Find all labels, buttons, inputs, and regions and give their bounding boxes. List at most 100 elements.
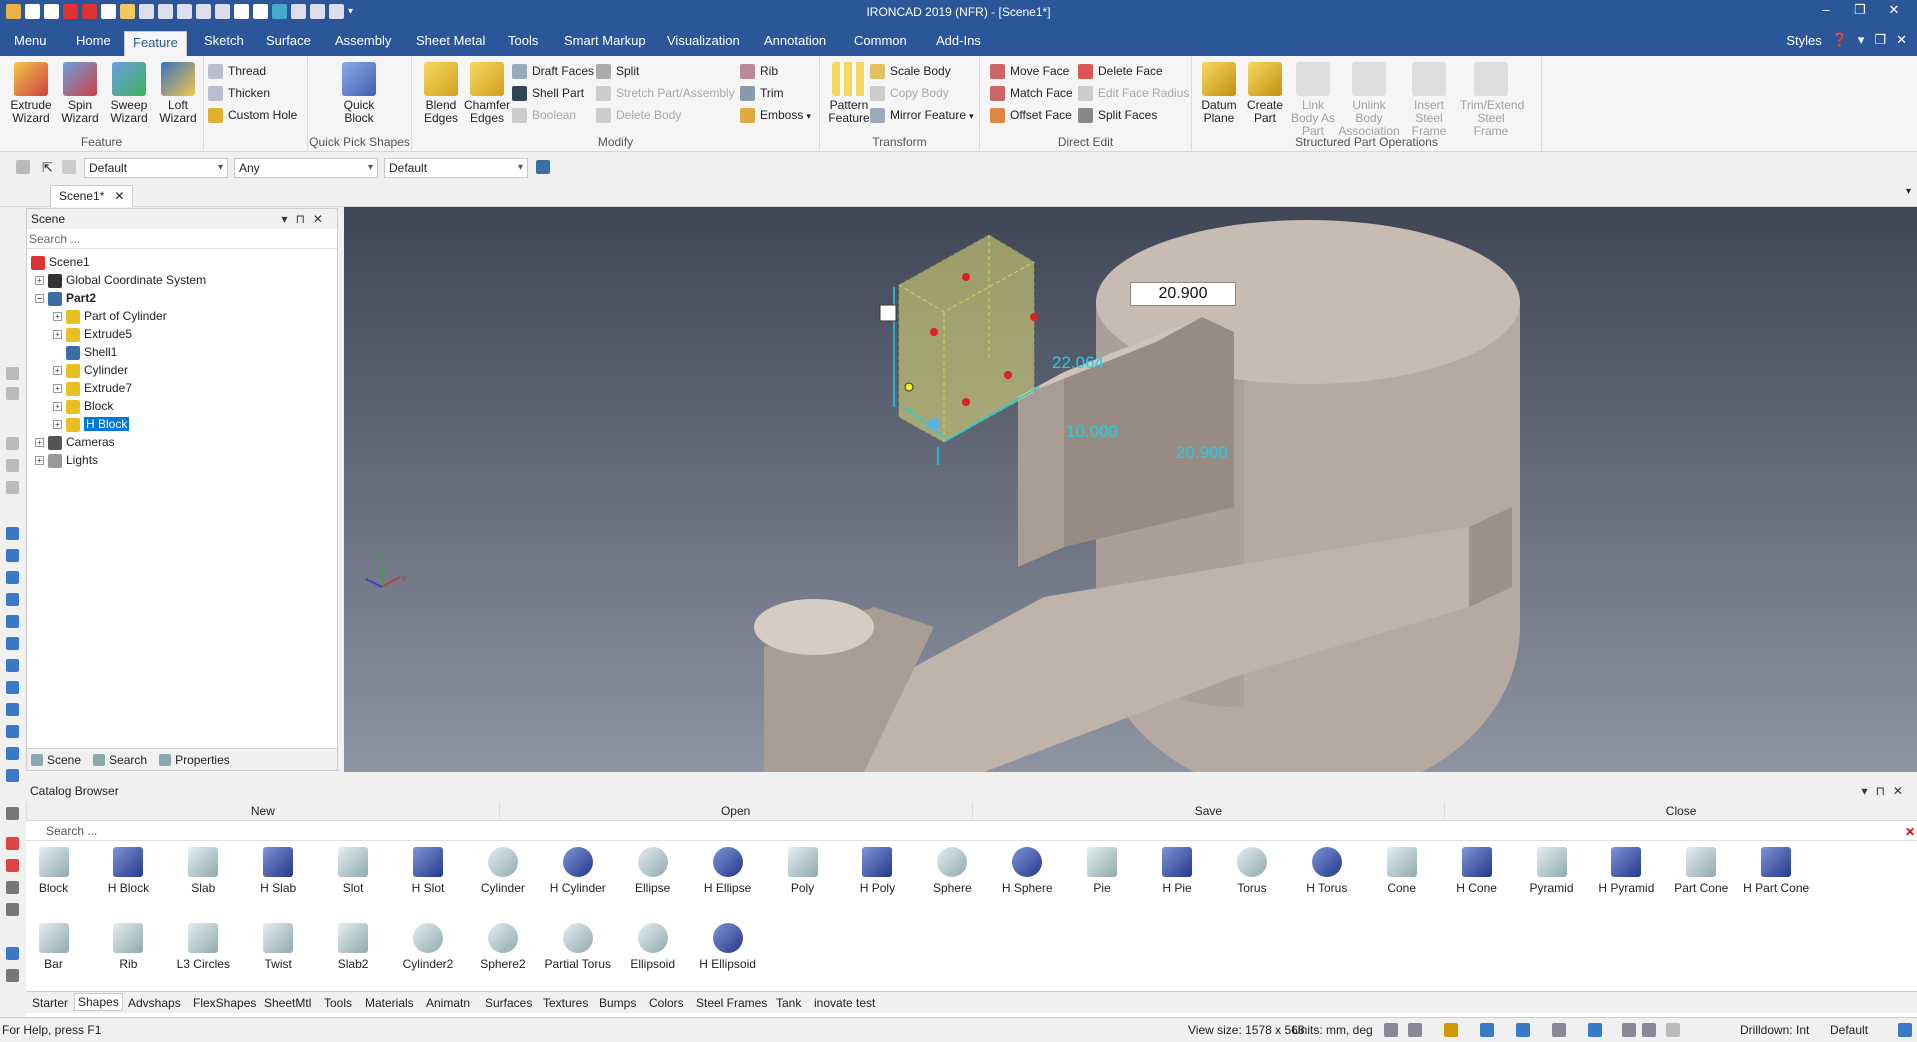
section-icon[interactable]	[1622, 1023, 1636, 1037]
tree-node-extrude5[interactable]: + Extrude5	[53, 325, 132, 343]
spin-wizard-button[interactable]: Spin Wizard	[55, 62, 105, 125]
shape-item-h-slot[interactable]: H Slot	[391, 847, 466, 895]
loft-wizard-button[interactable]: Loft Wizard	[153, 62, 203, 125]
delete-face-button[interactable]: Delete Face	[1078, 62, 1163, 80]
shape-item-cone[interactable]: Cone	[1364, 847, 1439, 895]
tree-node-gcs[interactable]: + Global Coordinate System	[35, 271, 206, 289]
handle-left[interactable]	[904, 382, 914, 392]
status-settings-icon[interactable]	[1898, 1023, 1912, 1037]
cat-tab-materials[interactable]: Materials	[365, 995, 414, 1011]
tab-scene[interactable]: Scene	[31, 753, 81, 767]
tab-smart-markup[interactable]: Smart Markup	[556, 30, 654, 56]
dim-depth-label[interactable]: 10.000	[1066, 422, 1118, 442]
shape-item-part-cone[interactable]: Part Cone	[1664, 847, 1739, 895]
cat-tab-surfaces[interactable]: Surfaces	[485, 995, 532, 1011]
copy-body-button[interactable]: Copy Body	[870, 84, 949, 102]
shape-item-sphere[interactable]: Sphere	[915, 847, 990, 895]
collapse-icon[interactable]: −	[35, 294, 44, 304]
tab-surface[interactable]: Surface	[258, 30, 319, 56]
shape-item-ellipse[interactable]: Ellipse	[615, 847, 690, 895]
tab-add-ins[interactable]: Add-Ins	[928, 30, 989, 56]
shape-item-partial-torus[interactable]: Partial Torus	[540, 923, 615, 971]
close-button[interactable]: ✕	[1877, 2, 1911, 18]
shape-item-h-cone[interactable]: H Cone	[1439, 847, 1514, 895]
cat-tab-colors[interactable]: Colors	[649, 995, 684, 1011]
rib-button[interactable]: Rib	[740, 62, 778, 80]
filter-combo[interactable]: Any	[234, 158, 378, 178]
cat-tab-steel-frames[interactable]: Steel Frames	[696, 995, 767, 1011]
tab-sheet-metal[interactable]: Sheet Metal	[408, 30, 493, 56]
chamfer-edges-button[interactable]: Chamfer Edges	[462, 62, 512, 125]
tool-icon-3[interactable]	[6, 437, 19, 450]
pointer-tool-icon[interactable]	[16, 160, 30, 174]
handle-right[interactable]	[1030, 313, 1038, 321]
blend-edges-button[interactable]: Blend Edges	[416, 62, 466, 125]
shape-item-h-ellipsoid[interactable]: H Ellipsoid	[690, 923, 765, 971]
tab-annotation[interactable]: Annotation	[756, 30, 834, 56]
pattern-feature-button[interactable]: Pattern Feature	[824, 62, 874, 125]
tool-icon-14[interactable]	[6, 703, 19, 716]
anchor-handle[interactable]	[928, 418, 940, 430]
tool-icon-5[interactable]	[6, 481, 19, 494]
tab-visualization[interactable]: Visualization	[659, 30, 748, 56]
tool-icon-6[interactable]	[6, 527, 19, 540]
3d-viewport[interactable]: z x 20.900 22.064 10.000 20.900	[344, 207, 1917, 772]
shape-item-cylinder[interactable]: Cylinder	[465, 847, 540, 895]
tree-node-h-block[interactable]: + H Block	[53, 415, 130, 433]
tool-icon-7[interactable]	[6, 549, 19, 562]
shape-item-pie[interactable]: Pie	[1065, 847, 1140, 895]
expand-icon[interactable]: +	[53, 402, 62, 412]
expand-icon[interactable]: +	[53, 330, 62, 340]
cat-tab-flexshapes[interactable]: FlexShapes	[193, 995, 256, 1011]
shape-item-torus[interactable]: Torus	[1214, 847, 1289, 895]
tree-node-cameras[interactable]: + Cameras	[35, 433, 115, 451]
cursor-mode-icon[interactable]	[1666, 1023, 1680, 1037]
catalog-search-input[interactable]: Search ...	[26, 822, 1917, 841]
shape-item-poly[interactable]: Poly	[765, 847, 840, 895]
tool-icon-13[interactable]	[6, 681, 19, 694]
shape-item-h-sphere[interactable]: H Sphere	[990, 847, 1065, 895]
style-status-combo[interactable]: Default	[1830, 1023, 1868, 1037]
cat-tab-starter[interactable]: Starter	[32, 995, 68, 1011]
move-face-button[interactable]: Move Face	[990, 62, 1069, 80]
trim-extend-steel-frame-button[interactable]: Trim/Extend Steel Frame	[1460, 62, 1524, 138]
scene-search-input[interactable]: Search ...	[27, 229, 337, 249]
shape-item-ellipsoid[interactable]: Ellipsoid	[615, 923, 690, 971]
h-block-preview[interactable]	[898, 234, 1035, 443]
dim-width-label[interactable]: 20.900	[1176, 443, 1228, 463]
handle-front[interactable]	[930, 328, 938, 336]
shape-item-block[interactable]: Block	[16, 847, 91, 895]
tab-common[interactable]: Common	[846, 30, 915, 56]
help-icon[interactable]: ❓	[1832, 32, 1848, 48]
shape-item-slot[interactable]: Slot	[316, 847, 391, 895]
handle-back[interactable]	[1004, 371, 1012, 379]
tool-icon-17[interactable]	[6, 769, 19, 782]
quick-block-button[interactable]: Quick Block	[334, 62, 384, 125]
shape-item-h-torus[interactable]: H Torus	[1289, 847, 1364, 895]
shape-item-h-pie[interactable]: H Pie	[1140, 847, 1215, 895]
tool-icon-22[interactable]	[6, 903, 19, 916]
extrude-wizard-button[interactable]: Extrude Wizard	[6, 62, 56, 125]
expand-icon[interactable]: +	[35, 438, 44, 448]
tool-icon-10[interactable]	[6, 615, 19, 628]
tree-node-extrude7[interactable]: + Extrude7	[53, 379, 132, 397]
shape-item-h-block[interactable]: H Block	[91, 847, 166, 895]
tool-icon-1[interactable]	[6, 367, 19, 380]
tree-node-lights[interactable]: + Lights	[35, 451, 98, 469]
offset-face-button[interactable]: Offset Face	[990, 106, 1072, 124]
display-icon[interactable]	[1516, 1023, 1530, 1037]
mirror-feature-button[interactable]: Mirror Feature ▾	[870, 106, 974, 124]
expand-icon[interactable]: +	[53, 312, 62, 322]
sweep-wizard-button[interactable]: Sweep Wizard	[104, 62, 154, 125]
match-face-button[interactable]: Match Face	[990, 84, 1073, 102]
tab-properties[interactable]: Properties	[159, 753, 230, 767]
tab-home[interactable]: Home	[68, 30, 119, 56]
restore-doc-icon[interactable]: ❐	[1874, 32, 1886, 48]
shape-item-h-poly[interactable]: H Poly	[840, 847, 915, 895]
tool-icon-9[interactable]	[6, 593, 19, 606]
create-part-button[interactable]: Create Part	[1240, 62, 1290, 125]
drilldown-combo[interactable]: Drilldown: Int	[1740, 1023, 1809, 1037]
cat-tab-animatn[interactable]: Animatn	[426, 995, 470, 1011]
shape-item-h-pyramid[interactable]: H Pyramid	[1589, 847, 1664, 895]
selection-icon[interactable]	[1642, 1023, 1656, 1037]
